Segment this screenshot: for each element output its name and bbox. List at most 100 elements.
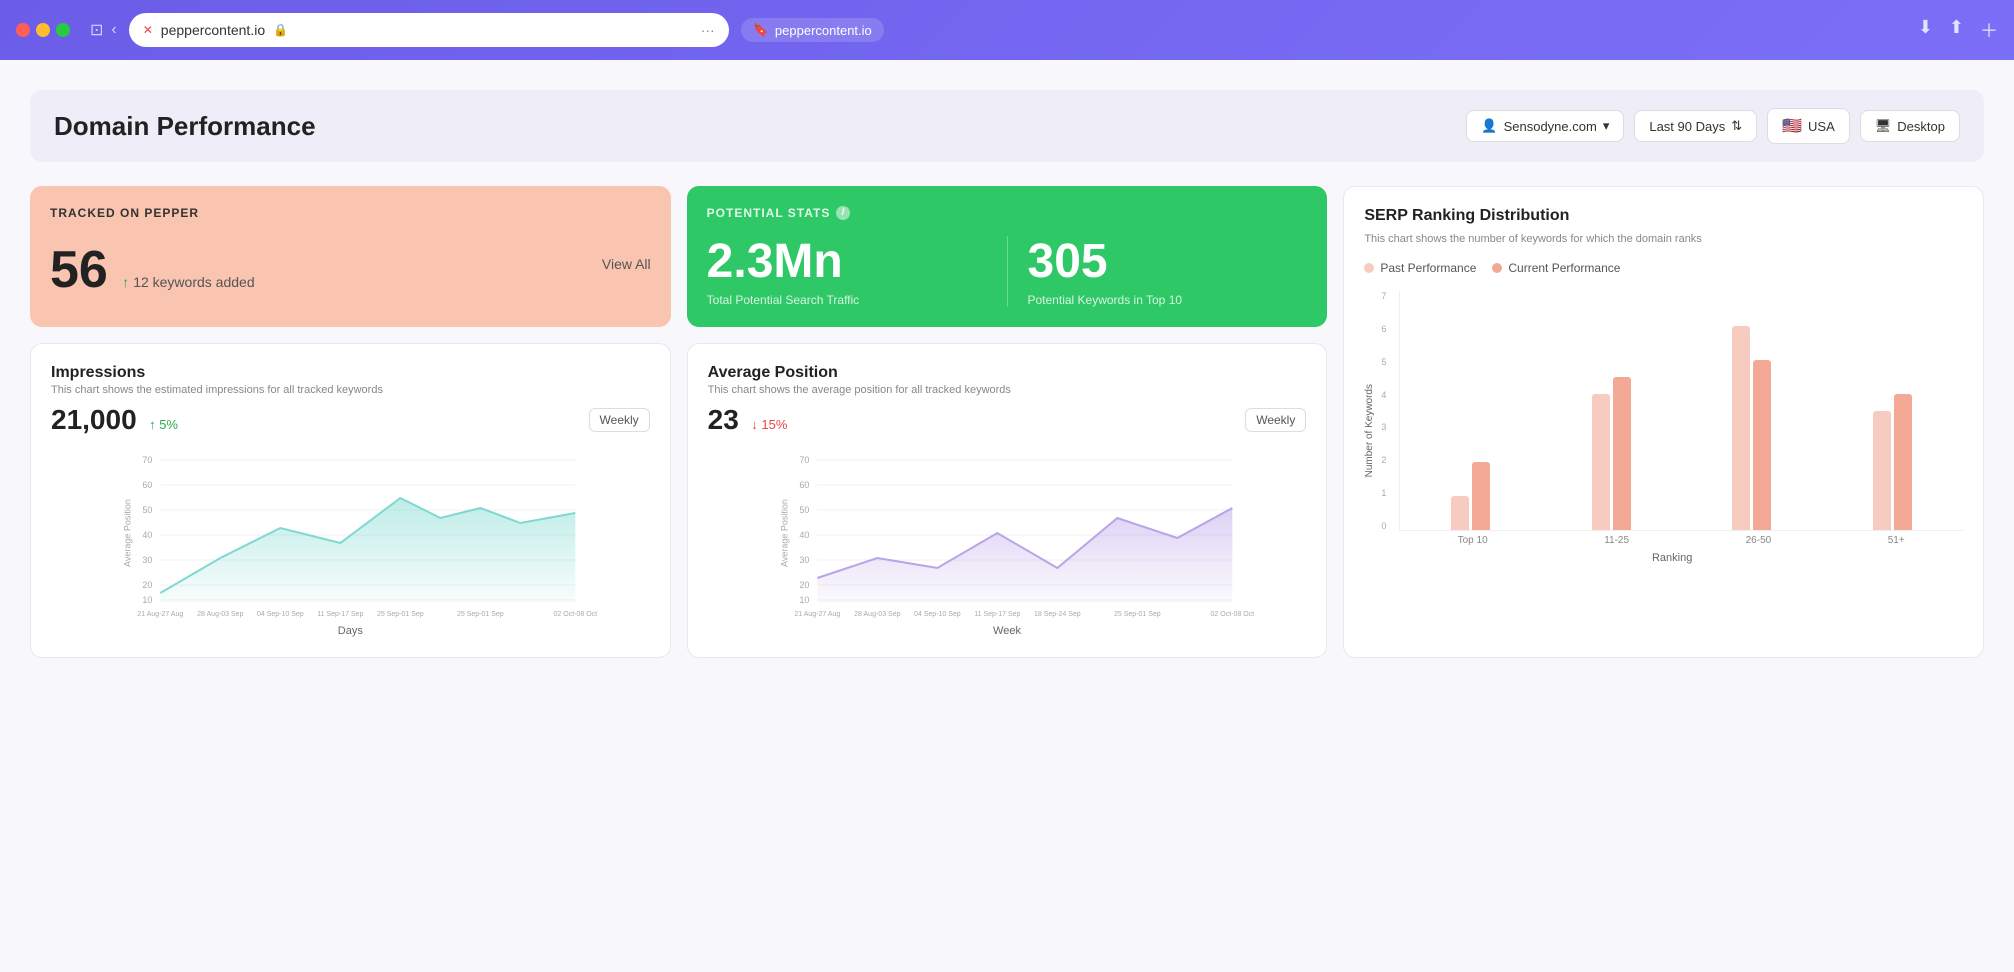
- svg-text:70: 70: [799, 455, 809, 465]
- y-label-7: 7: [1381, 291, 1386, 301]
- country-selector[interactable]: 🇺🇸 USA: [1767, 108, 1850, 144]
- info-icon: i: [836, 206, 850, 220]
- past-dot: [1364, 263, 1374, 273]
- x-label-2650: 26-50: [1746, 535, 1772, 546]
- y-label-5: 5: [1381, 357, 1386, 367]
- current-dot: [1492, 263, 1502, 273]
- domain-selector-label: Sensodyne.com: [1504, 119, 1597, 134]
- device-selector[interactable]: 🖥 Desktop: [1860, 110, 1960, 142]
- bar-51plus-current: [1894, 394, 1912, 530]
- y-label-6: 6: [1381, 324, 1386, 334]
- sort-icon: ⇅: [1731, 118, 1742, 134]
- traffic-value: 2.3Mn: [707, 236, 987, 289]
- avg-position-period-selector[interactable]: Weekly: [1245, 408, 1306, 432]
- svg-text:10: 10: [142, 595, 152, 605]
- avg-position-change: ↓ 15%: [751, 417, 787, 432]
- svg-text:18 Sep-24 Sep: 18 Sep-24 Sep: [1034, 611, 1081, 618]
- address-bar[interactable]: ✕ peppercontent.io 🔒 ···: [129, 13, 729, 47]
- potential-stats-card: POTENTIAL STATS i 2.3Mn Total Potential …: [687, 186, 1328, 327]
- svg-text:25 Sep-01 Sep: 25 Sep-01 Sep: [457, 611, 504, 618]
- impressions-metric-row: 21,000 ↑ 5% Weekly: [51, 404, 650, 436]
- bar-51plus-past: [1873, 411, 1891, 530]
- svg-text:30: 30: [142, 555, 152, 565]
- impressions-card-title: Impressions: [51, 364, 650, 382]
- impressions-value: 21,000: [51, 404, 137, 435]
- svg-text:28 Aug-03 Sep: 28 Aug-03 Sep: [854, 611, 900, 618]
- svg-text:60: 60: [142, 480, 152, 490]
- keywords-added-text: ↑ 12 keywords added: [122, 274, 254, 290]
- bar-1125-current: [1613, 377, 1631, 530]
- sidebar-toggle-button[interactable]: ⊡: [90, 20, 103, 40]
- desktop-icon: 🖥: [1875, 118, 1892, 134]
- avg-position-card: Average Position This chart shows the av…: [687, 343, 1328, 658]
- date-range-label: Last 90 Days: [1649, 119, 1725, 134]
- svg-text:40: 40: [142, 530, 152, 540]
- svg-text:20: 20: [799, 580, 809, 590]
- svg-text:11 Sep-17 Sep: 11 Sep-17 Sep: [317, 611, 363, 618]
- more-icon[interactable]: ···: [701, 22, 715, 38]
- bar-top10-past: [1451, 496, 1469, 530]
- avg-position-x-axis-label: Week: [708, 625, 1307, 637]
- x-axis-label: Ranking: [1381, 552, 1963, 564]
- domain-selector[interactable]: 👤 Sensodyne.com ▾: [1466, 110, 1624, 142]
- svg-text:50: 50: [799, 505, 809, 515]
- share-icon[interactable]: ⬆: [1949, 17, 1964, 43]
- bar-chart-area: Number of Keywords 7 6 5 4 3 2: [1364, 291, 1963, 571]
- stats-row: 2.3Mn Total Potential Search Traffic 305…: [707, 236, 1308, 307]
- bar-group-2650: [1732, 326, 1771, 530]
- tracked-on-pepper-card: TRACKED ON PEPPER 56 ↑ 12 keywords added…: [30, 186, 671, 327]
- svg-text:21 Aug-27 Aug: 21 Aug-27 Aug: [137, 611, 183, 618]
- y-label-0: 0: [1381, 521, 1386, 531]
- impressions-chart: 70 60 50 40 30 20 10 Average Position: [51, 448, 650, 618]
- y-label-2: 2: [1381, 455, 1386, 465]
- svg-text:Average Position: Average Position: [122, 499, 132, 567]
- svg-text:60: 60: [799, 480, 809, 490]
- up-arrow-icon: ↑: [122, 274, 129, 290]
- current-label: Current Performance: [1508, 261, 1620, 275]
- chevron-down-icon: ▾: [1603, 118, 1610, 134]
- tracked-count: 56: [50, 241, 108, 299]
- dashboard-grid: TRACKED ON PEPPER 56 ↑ 12 keywords added…: [30, 186, 1984, 658]
- traffic-label: Total Potential Search Traffic: [707, 293, 987, 307]
- date-range-selector[interactable]: Last 90 Days ⇅: [1634, 110, 1757, 142]
- impressions-change: ↑ 5%: [149, 417, 178, 432]
- svg-text:70: 70: [142, 455, 152, 465]
- bar-group-1125: [1592, 377, 1631, 530]
- svg-text:Average Position: Average Position: [779, 499, 789, 567]
- avg-position-value: 23: [708, 404, 739, 435]
- impressions-period-selector[interactable]: Weekly: [589, 408, 650, 432]
- x-label-top10: Top 10: [1458, 535, 1488, 546]
- serp-legend: Past Performance Current Performance: [1364, 261, 1963, 275]
- new-tab-icon[interactable]: ＋: [1980, 17, 1998, 43]
- header-controls: 👤 Sensodyne.com ▾ Last 90 Days ⇅ 🇺🇸 USA …: [1466, 108, 1960, 144]
- svg-text:20: 20: [142, 580, 152, 590]
- serp-bar-chart: Number of Keywords 7 6 5 4 3 2: [1364, 291, 1963, 571]
- potential-card-title: POTENTIAL STATS i: [707, 206, 1308, 220]
- lock-icon: 🔒: [273, 23, 288, 37]
- domain-selector-icon: 👤: [1481, 118, 1497, 134]
- close-button[interactable]: [16, 23, 30, 37]
- download-icon[interactable]: ⬇: [1918, 17, 1933, 43]
- country-label: USA: [1808, 119, 1835, 134]
- browser-actions: ⬇ ⬆ ＋: [1918, 17, 1998, 43]
- page-content: Domain Performance 👤 Sensodyne.com ▾ Las…: [0, 60, 2014, 972]
- favicon-icon: ✕: [143, 23, 153, 37]
- url-text: peppercontent.io: [161, 22, 265, 38]
- bar-top10-current: [1472, 462, 1490, 530]
- back-button[interactable]: ‹: [111, 20, 116, 40]
- minimize-button[interactable]: [36, 23, 50, 37]
- maximize-button[interactable]: [56, 23, 70, 37]
- svg-text:10: 10: [799, 595, 809, 605]
- svg-text:28 Aug-03 Sep: 28 Aug-03 Sep: [197, 611, 243, 618]
- device-label: Desktop: [1897, 119, 1945, 134]
- bar-group-top10: [1451, 462, 1490, 530]
- view-all-button[interactable]: View All: [602, 256, 651, 272]
- keywords-value: 305: [1028, 236, 1308, 289]
- keywords-label: Potential Keywords in Top 10: [1028, 293, 1308, 307]
- avg-position-chart: 70 60 50 40 30 20 10 Average Position: [708, 448, 1307, 618]
- impressions-metric-left: 21,000 ↑ 5%: [51, 404, 178, 436]
- svg-text:02 Oct-08 Oct: 02 Oct-08 Oct: [1210, 611, 1254, 618]
- avg-position-metric-row: 23 ↓ 15% Weekly: [708, 404, 1307, 436]
- svg-text:21 Aug-27 Aug: 21 Aug-27 Aug: [794, 611, 840, 618]
- browser-tab[interactable]: 🔖 peppercontent.io: [741, 18, 884, 42]
